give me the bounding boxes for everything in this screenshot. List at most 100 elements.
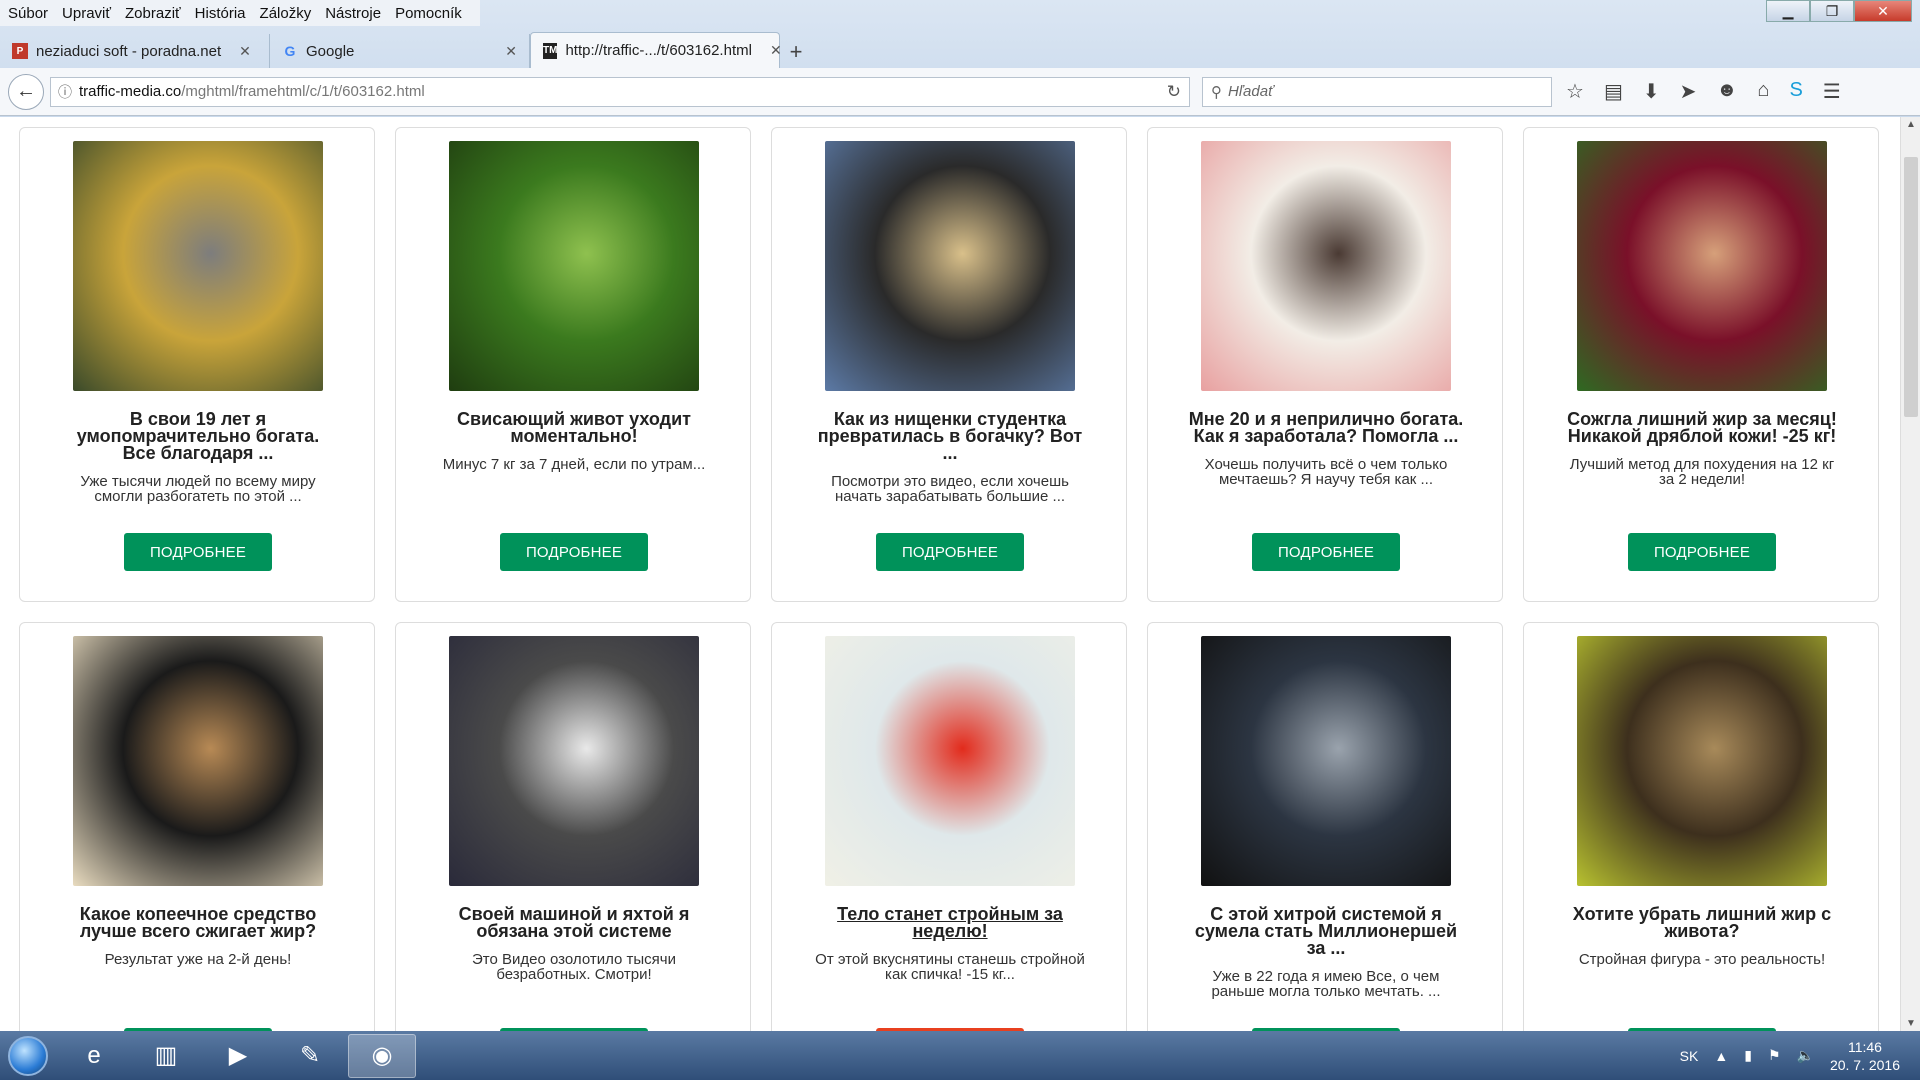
system-tray: SK ▲ ▮ ⚑ 🔈 11:46 20. 7. 2016: [1680, 1031, 1900, 1080]
page-scrollbar[interactable]: ▲ ▼: [1900, 117, 1920, 1031]
tray-expand-icon[interactable]: ▲: [1714, 1048, 1728, 1064]
glass-drink-red-arrow-image[interactable]: [825, 636, 1075, 886]
more-button[interactable]: ПОДРОБНЕЕ: [500, 533, 648, 571]
tab-google[interactable]: G Google ✕: [270, 34, 530, 68]
article-title[interactable]: Как из нищенки студентка превратилась в …: [812, 410, 1088, 462]
volume-icon[interactable]: 🔈: [1797, 1047, 1814, 1064]
blonde-in-car-image[interactable]: [825, 141, 1075, 391]
beet-eggs-cucumber-image[interactable]: [1577, 141, 1827, 391]
poradna-favicon-icon: P: [12, 43, 28, 59]
menu-hamburger-icon[interactable]: ☰: [1823, 79, 1841, 104]
explorer-icon[interactable]: ▥: [132, 1034, 200, 1078]
close-window-button[interactable]: ✕: [1854, 0, 1912, 22]
article-card[interactable]: Сожгла лишний жир за месяц! Никакой дряб…: [1523, 127, 1879, 602]
article-title[interactable]: Тело станет стройным за неделю!: [812, 905, 1088, 940]
start-button[interactable]: [0, 1031, 56, 1080]
tab-label: Google: [306, 42, 355, 60]
article-card[interactable]: С этой хитрой системой я сумела стать Ми…: [1147, 622, 1503, 1031]
woman-with-gold-car-image[interactable]: [73, 141, 323, 391]
scrollbar-thumb[interactable]: [1904, 157, 1918, 417]
article-title[interactable]: Хотите убрать лишний жир с живота?: [1564, 905, 1840, 940]
web-page: В свои 19 лет я умопомрачительно богата.…: [0, 117, 1900, 1031]
clock[interactable]: 11:46 20. 7. 2016: [1830, 1038, 1900, 1074]
article-card[interactable]: Своей машиной и яхтой я обязана этой сис…: [395, 622, 751, 1031]
more-button[interactable]: ПОДРОБНЕЕ: [1628, 533, 1776, 571]
tab-poradna[interactable]: P neziaduci soft - poradna.net ✕: [0, 34, 270, 68]
woman-with-roses-image[interactable]: [1201, 141, 1451, 391]
back-button[interactable]: ←: [8, 73, 44, 110]
article-card[interactable]: Свисающий живот уходит моментально! Минус…: [395, 127, 751, 602]
scroll-down-icon[interactable]: ▼: [1901, 1018, 1920, 1029]
article-title[interactable]: Мне 20 и я неприлично богата. Как я зара…: [1188, 410, 1464, 445]
woman-white-suv-image[interactable]: [449, 636, 699, 886]
article-card[interactable]: Какое копеечное средство лучше всего сжи…: [19, 622, 375, 1031]
menu-bar: Súbor Upraviť Zobraziť História Záložky …: [0, 0, 480, 26]
article-title[interactable]: Свисающий живот уходит моментально!: [436, 410, 712, 445]
downloads-icon[interactable]: ⬇: [1643, 79, 1660, 104]
article-card[interactable]: Тело станет стройным за неделю! От этой в…: [771, 622, 1127, 1031]
menu-help[interactable]: Pomocník: [395, 5, 462, 22]
broccoli-jars-image[interactable]: [449, 141, 699, 391]
scroll-up-icon[interactable]: ▲: [1901, 119, 1920, 130]
article-description: Результат уже на 2-й день!: [104, 951, 292, 968]
home-icon[interactable]: ⌂: [1757, 79, 1769, 104]
more-button[interactable]: ПОДРОБНЕЕ: [1252, 533, 1400, 571]
close-tab-icon[interactable]: ✕: [505, 43, 517, 60]
windows-orb-icon: [8, 1035, 48, 1076]
close-tab-icon[interactable]: ✕: [239, 43, 251, 60]
menu-history[interactable]: História: [195, 5, 246, 22]
ie-icon[interactable]: e: [60, 1034, 128, 1078]
article-title[interactable]: С этой хитрой системой я сумела стать Ми…: [1188, 905, 1464, 957]
article-card[interactable]: Хотите убрать лишний жир с живота? Стройн…: [1523, 622, 1879, 1031]
maximize-button[interactable]: ❐: [1810, 0, 1854, 22]
window-controls: ▁ ❐ ✕: [1766, 0, 1912, 22]
minimize-button[interactable]: ▁: [1766, 0, 1810, 22]
article-title[interactable]: В свои 19 лет я умопомрачительно богата.…: [60, 410, 336, 462]
more-button[interactable]: ПОДРОБНЕЕ: [876, 533, 1024, 571]
new-tab-button[interactable]: +: [780, 36, 812, 68]
flag-icon[interactable]: ⚑: [1768, 1047, 1781, 1064]
language-indicator[interactable]: SK: [1680, 1048, 1699, 1064]
chat-icon[interactable]: ☻: [1716, 79, 1737, 104]
article-card[interactable]: Как из нищенки студентка превратилась в …: [771, 127, 1127, 602]
menu-bookmarks[interactable]: Záložky: [260, 5, 312, 22]
menu-view[interactable]: Zobraziť: [125, 5, 181, 22]
spoon-powder-image[interactable]: [1577, 636, 1827, 886]
send-icon[interactable]: ➤: [1680, 79, 1697, 104]
article-title[interactable]: Сожгла лишний жир за месяц! Никакой дряб…: [1564, 410, 1840, 445]
menu-edit[interactable]: Upraviť: [62, 5, 111, 22]
search-input[interactable]: ⚲ Hľadať: [1202, 76, 1552, 107]
woman-black-dress-image[interactable]: [1201, 636, 1451, 886]
article-title[interactable]: Какое копеечное средство лучше всего сжи…: [60, 905, 336, 940]
url-host: traffic-media.co: [79, 83, 182, 100]
article-description: От этой вкуснятины станешь стройной как …: [815, 951, 1085, 983]
bookmark-star-icon[interactable]: ☆: [1566, 79, 1584, 104]
signal-icon[interactable]: ▮: [1744, 1047, 1752, 1064]
article-description: Уже тысячи людей по всему миру смогли ра…: [80, 473, 316, 505]
article-card[interactable]: В свои 19 лет я умопомрачительно богата.…: [19, 127, 375, 602]
bread-measuring-tape-image[interactable]: [73, 636, 323, 886]
article-card[interactable]: Мне 20 и я неприлично богата. Как я зара…: [1147, 127, 1503, 602]
article-title[interactable]: Своей машиной и яхтой я обязана этой сис…: [436, 905, 712, 940]
more-button[interactable]: ПОДРОБНЕЕ: [124, 533, 272, 571]
info-icon[interactable]: ⓘ: [51, 82, 79, 102]
paint-icon[interactable]: ✎: [276, 1034, 344, 1078]
browser-chrome: Súbor Upraviť Zobraziť História Záložky …: [0, 0, 1920, 117]
article-description: Стройная фигура - это реальность!: [1578, 951, 1826, 968]
reload-icon[interactable]: ↻: [1167, 82, 1181, 102]
bookmarks-list-icon[interactable]: ▤: [1604, 79, 1623, 104]
url-bar[interactable]: ⓘ traffic-media.co/mghtml/framehtml/c/1/…: [50, 76, 1190, 107]
tab-traffic-media[interactable]: TM http://traffic-.../t/603162.html ✕: [530, 32, 782, 68]
windows-taskbar: e ▥ ▶ ✎ ◉ SK ▲ ▮ ⚑ 🔈 11:46 20. 7. 2016: [0, 1031, 1920, 1080]
taskbar-items: e ▥ ▶ ✎ ◉: [56, 1033, 416, 1078]
search-icon: ⚲: [1211, 83, 1222, 101]
url-path: /mghtml/framehtml/c/1/t/603162.html: [181, 83, 425, 100]
tab-label: http://traffic-.../t/603162.html: [565, 42, 752, 59]
skype-icon[interactable]: S: [1790, 79, 1803, 104]
menu-tools[interactable]: Nástroje: [325, 5, 381, 22]
firefox-icon[interactable]: ◉: [348, 1033, 416, 1078]
media-player-icon[interactable]: ▶: [204, 1034, 272, 1078]
nav-bar: ← ⓘ traffic-media.co/mghtml/framehtml/c/…: [0, 68, 1920, 116]
menu-file[interactable]: Súbor: [8, 5, 48, 22]
google-favicon-icon: G: [284, 43, 296, 59]
